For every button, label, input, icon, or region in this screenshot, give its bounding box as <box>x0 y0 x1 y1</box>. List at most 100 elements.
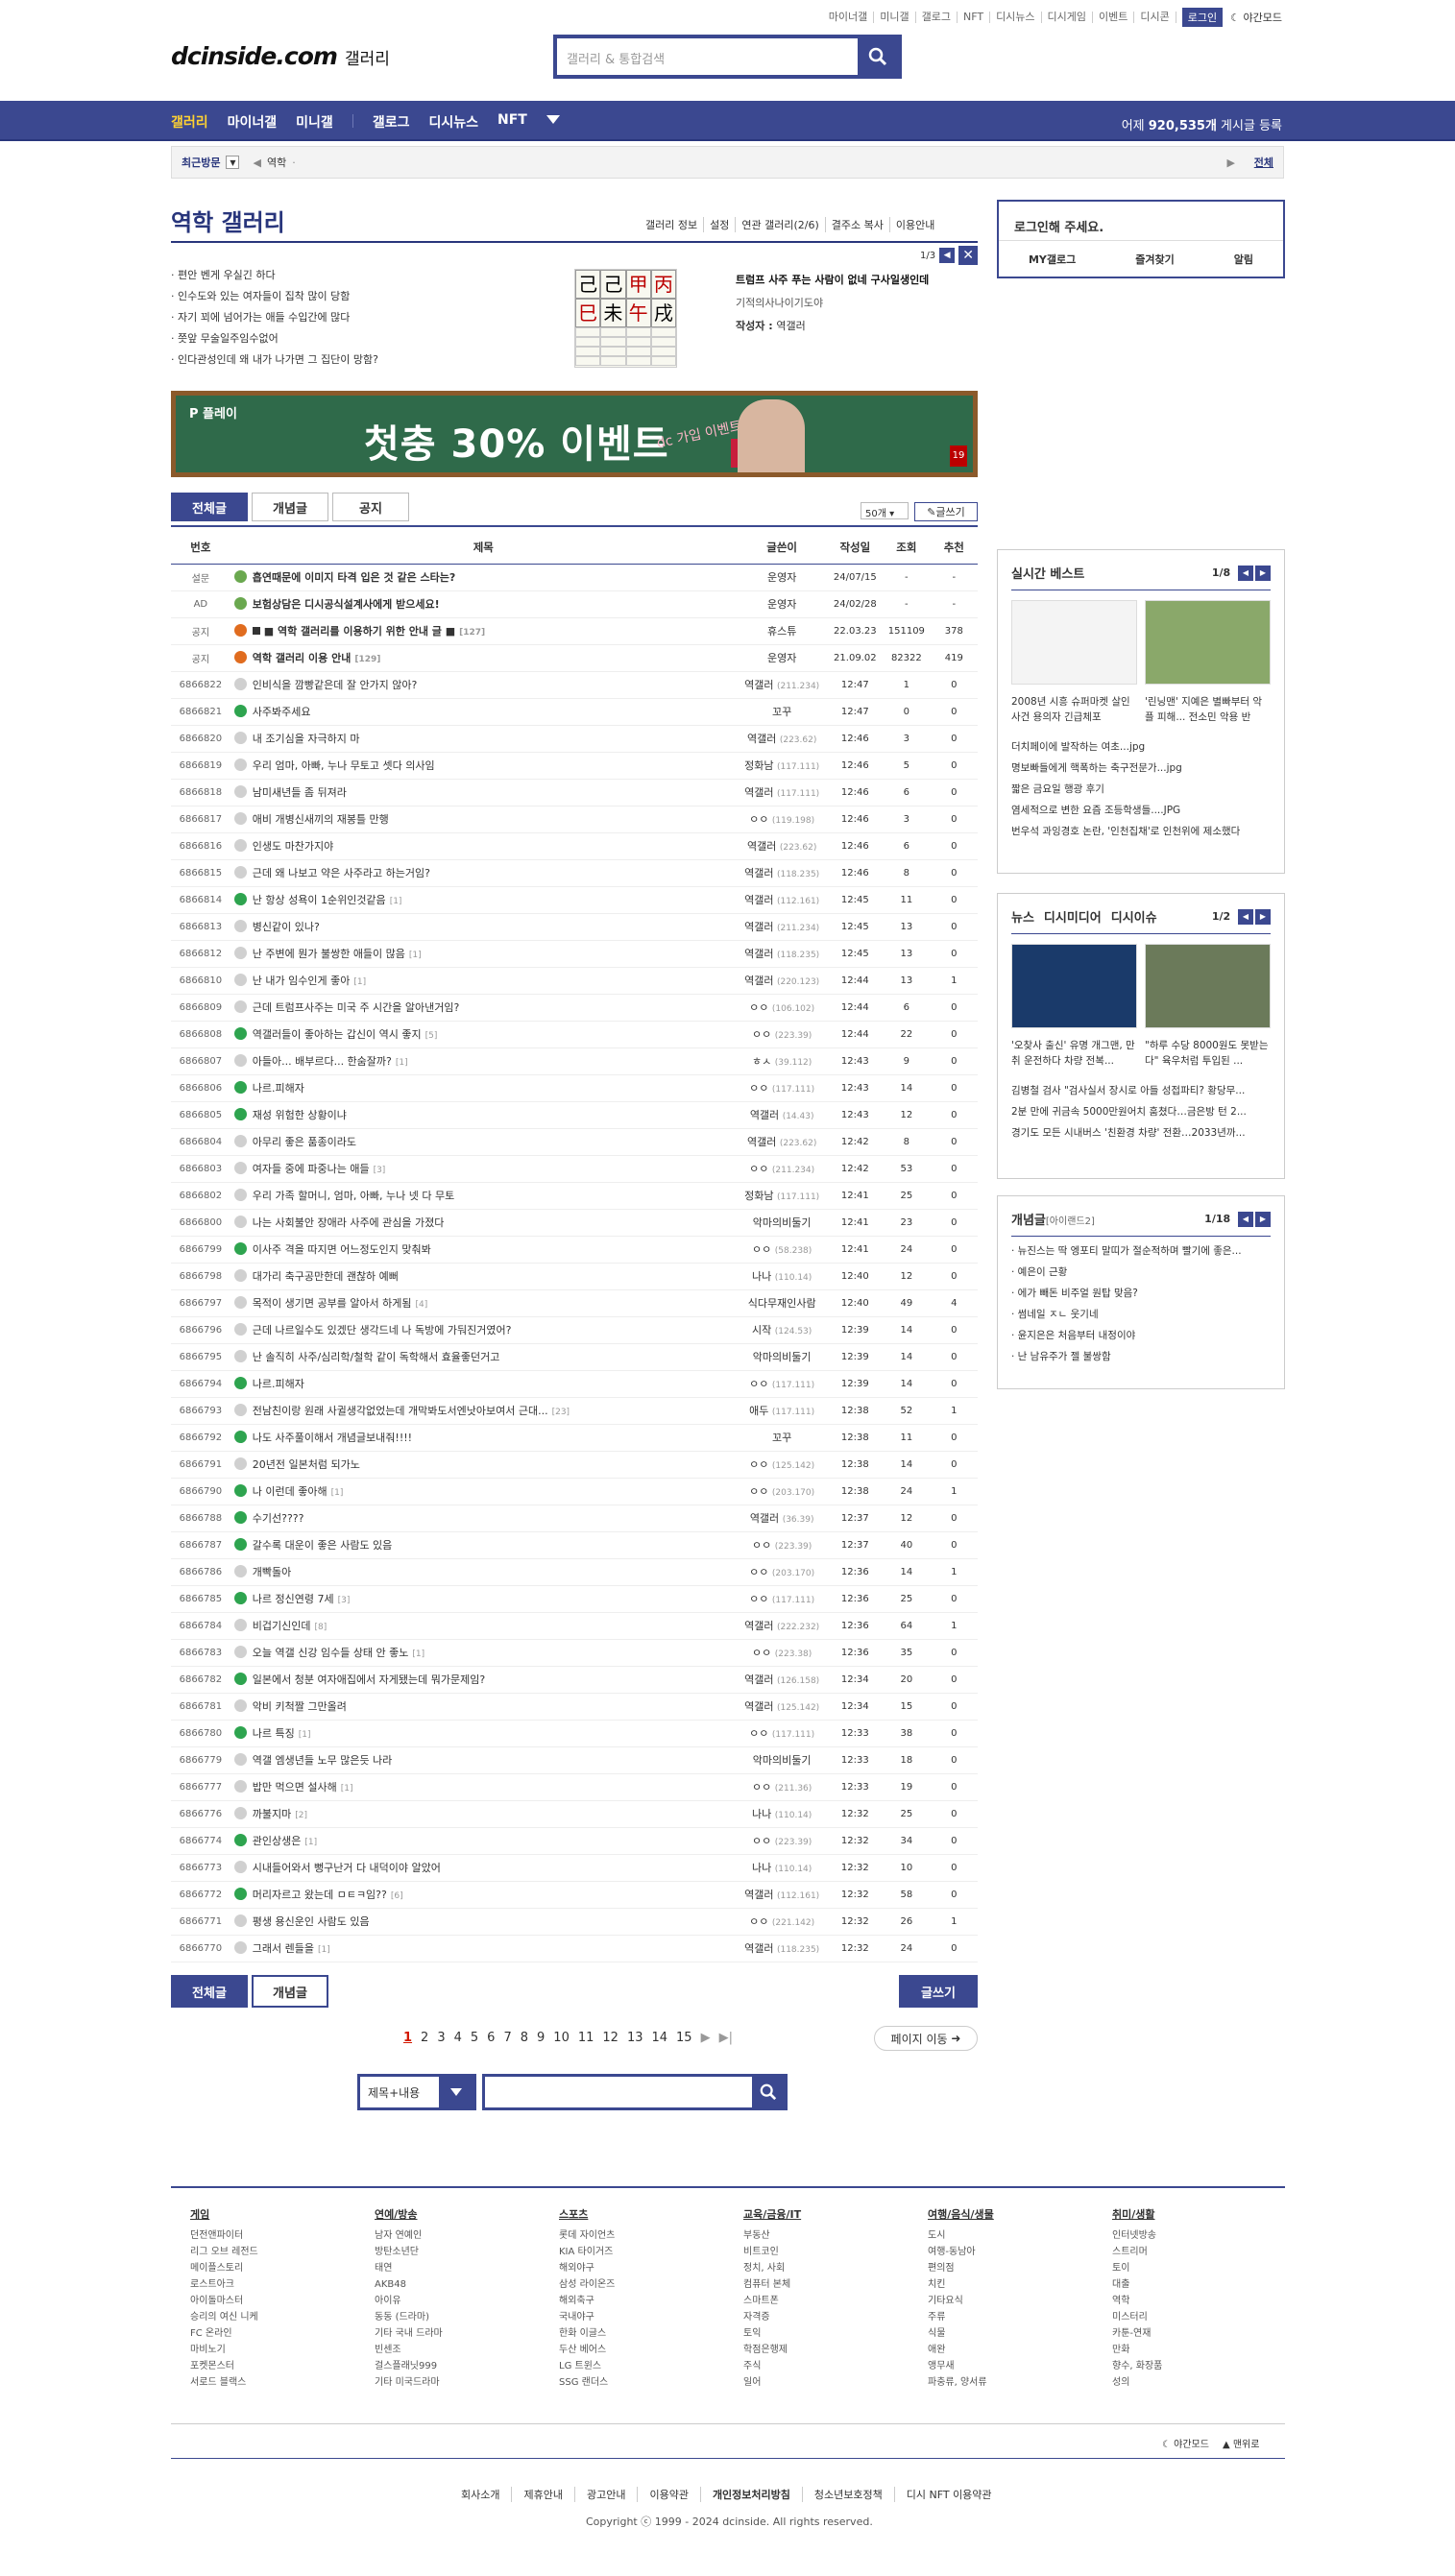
comment-count[interactable]: [1] <box>331 1488 344 1498</box>
chevron-down-icon[interactable]: ▼ <box>226 156 240 169</box>
post-subject[interactable]: 역학 갤러리 이용 안내 [129] <box>230 644 737 672</box>
post-title[interactable]: 비겁기신인데 <box>253 1620 311 1632</box>
table-row[interactable]: 6866788 수기선???? 역갤러 (36.39) 12:37 12 0 <box>171 1505 978 1532</box>
post-title[interactable]: 난 내가 임수인게 좋아 <box>253 975 351 987</box>
concept-title[interactable]: · 편안 벤게 우실긴 하다 <box>171 265 276 286</box>
post-writer[interactable]: 역갤러 (223.62) <box>736 725 828 753</box>
footer-category-link[interactable]: 토익 <box>743 2325 928 2342</box>
post-title[interactable]: 우리 엄마, 아빠, 누나 무토고 셋다 의사임 <box>253 759 435 772</box>
post-writer[interactable]: ㅇㅇ (117.111) <box>736 1720 828 1747</box>
table-row[interactable]: 6866782 일본에서 청분 여자애집에서 자게됐는데 뭐가문제임? 역갤러 (1… <box>171 1666 978 1694</box>
table-row[interactable]: 6866815 근데 왜 나보고 약은 사주라고 하는거임? 역갤러 (118.23… <box>171 859 978 887</box>
page-link[interactable]: 5 <box>471 2031 478 2045</box>
post-writer[interactable]: 역갤러 (220.123) <box>736 967 828 995</box>
list-count-select[interactable]: 50개 ▾ <box>861 502 909 519</box>
post-writer[interactable]: 운영자 <box>736 590 828 618</box>
footer-category-link[interactable]: 로스트아크 <box>190 2276 375 2293</box>
post-subject[interactable]: 여자들 중에 파중나는 애들 [3] <box>230 1155 737 1183</box>
post-writer[interactable]: ㅇㅇ (117.111) <box>736 1074 828 1102</box>
post-title[interactable]: 까불지마 <box>253 1808 291 1820</box>
concept-box-title[interactable]: 개념글[아이랜드2] <box>1011 1210 1095 1228</box>
post-subject[interactable]: 난 항상 성욕이 1순위인것같음 [1] <box>230 886 737 914</box>
best-item[interactable]: 염세적으로 변한 요즘 조등학생들....JPG <box>1011 800 1271 821</box>
footer-category-link[interactable]: 걸스플래닛999 <box>375 2358 559 2374</box>
table-row[interactable]: 6866780 나르 특징 [1] ㅇㅇ (117.111) 12:33 38 0 <box>171 1720 978 1747</box>
concept-item[interactable]: · 자기 꾀에 넘어가는 애들 수입간에 많다ㅇㅇ <box>171 307 605 328</box>
table-row[interactable]: 6866781 악비 키척짤 그만올려 역갤러 (125.142) 12:34 15 0 <box>171 1693 978 1721</box>
footer-category-link[interactable]: 아이돌마스터 <box>190 2293 375 2309</box>
chevron-left-icon[interactable]: ◀ <box>1238 565 1253 581</box>
footer-category-link[interactable]: 도시 <box>928 2227 1112 2244</box>
post-title[interactable]: 평생 용신운인 사람도 있음 <box>253 1915 370 1928</box>
footer-category-link[interactable]: 방탄소년단 <box>375 2244 559 2260</box>
post-writer[interactable]: ㅇㅇ (211.234) <box>736 1155 828 1183</box>
post-writer[interactable]: 식다무재인사람 <box>736 1289 828 1317</box>
table-row[interactable]: 6866805 재성 위험한 상황이냐 역갤러 (14.43) 12:43 12 0 <box>171 1101 978 1129</box>
post-title[interactable]: 시내들어와서 뻥구난거 다 내덕이야 알았어 <box>253 1862 441 1874</box>
post-writer[interactable]: ㅇㅇ (106.102) <box>736 994 828 1022</box>
post-subject[interactable]: 평생 용신운인 사람도 있음 <box>230 1908 737 1936</box>
post-title[interactable]: 근데 트럼프사주는 미국 주 시간을 알아낸거임? <box>253 1001 460 1014</box>
footer-category-title[interactable]: 교육/금융/IT <box>743 2208 928 2222</box>
news-thumb[interactable]: '오찾사 출신' 유명 개그맨, 만취 운전하다 차량 전복... <box>1011 944 1137 1069</box>
best-thumb[interactable]: '린닝맨' 지예은 별빠부터 악플 피해... 전소민 악용 반 <box>1145 600 1271 725</box>
table-row[interactable]: 6866793 전남친이랑 원래 사귈생각없었는데 개막봐도서엔낫아보여서 근대.… <box>171 1397 978 1425</box>
table-row[interactable]: 6866776 까불지마 [2] 나나 (110.14) 12:32 25 0 <box>171 1800 978 1828</box>
gnb-item[interactable]: 갤로그 <box>373 112 410 132</box>
writer-name[interactable]: 역갤러 <box>744 921 773 933</box>
footer-category-link[interactable]: 자격증 <box>743 2309 928 2325</box>
post-title[interactable]: 20년전 일본처럼 되가노 <box>253 1458 360 1471</box>
concept-box-item[interactable]: · 윤지은은 처음부터 내정이야 <box>1011 1325 1271 1346</box>
footer-category-link[interactable]: 국내야구 <box>559 2309 743 2325</box>
post-writer[interactable]: ㅇㅇ (221.142) <box>736 1908 828 1936</box>
table-row[interactable]: 6866787 갈수록 대운이 좋은 사람도 있음 ㅇㅇ (223.39) 12:37… <box>171 1531 978 1559</box>
post-writer[interactable]: 악마의비둘기 <box>736 1343 828 1371</box>
writer-name[interactable]: ㅇㅇ <box>749 1485 768 1498</box>
util-link[interactable]: 미니갤 <box>874 12 916 23</box>
table-row[interactable]: 6866804 아무리 좋은 품종이라도 역갤러 (223.62) 12:42 8 0 <box>171 1128 978 1156</box>
footer-link[interactable]: 회사소개 <box>449 2487 513 2502</box>
comment-count[interactable]: [5] <box>425 1031 438 1041</box>
site-logo[interactable]: dcinside.com 갤러리 <box>171 42 390 70</box>
post-writer[interactable]: 역갤러 (223.62) <box>736 1128 828 1156</box>
table-row[interactable]: 6866816 인생도 마찬가지야 역갤러 (223.62) 12:46 6 0 <box>171 832 978 860</box>
post-title[interactable]: 관인상생은 <box>253 1835 302 1847</box>
post-writer[interactable]: 운영자 <box>736 644 828 672</box>
next-page-icon[interactable]: ▶ <box>701 2031 711 2045</box>
chevron-left-icon[interactable]: ◀ <box>1238 1211 1253 1227</box>
chevron-down-icon[interactable] <box>439 2077 473 2107</box>
best-item[interactable]: 명보빠들에게 핵폭하는 축구전문가...jpg <box>1011 758 1271 779</box>
top-link[interactable]: ▲ 맨위로 <box>1223 2436 1259 2450</box>
post-subject[interactable]: 그래서 렌들을 [1] <box>230 1935 737 1962</box>
login-link[interactable]: 즐겨찾기 <box>1135 252 1174 267</box>
post-title[interactable]: 그래서 렌들을 <box>253 1942 314 1955</box>
featured-title[interactable]: 트럼프 사주 푸는 사람이 없네 구사일생인데 <box>736 269 929 292</box>
post-subject[interactable]: 난 주변에 뭔가 불쌍한 애들이 많음 [1] <box>230 940 737 968</box>
table-row[interactable]: 6866773 시내들어와서 뻥구난거 다 내덕이야 알았어 나나 (110.14)… <box>171 1854 978 1882</box>
realtime-best-title[interactable]: 실시간 베스트 <box>1011 564 1084 582</box>
concept-box-item[interactable]: · 예은이 근황 <box>1011 1262 1271 1283</box>
footer-category-link[interactable]: 대출 <box>1112 2276 1297 2293</box>
post-subject[interactable]: 까불지마 [2] <box>230 1800 737 1828</box>
post-title[interactable]: 역갤 엠생년들 노무 많은듯 나라 <box>253 1754 393 1767</box>
util-link[interactable]: 갤로그 <box>916 12 958 23</box>
table-row[interactable]: 6866772 머리자르고 왔는데 ㅁㅌㅋ임?? [6] 역갤러 (112.161) 1… <box>171 1881 978 1909</box>
post-subject[interactable]: 근데 나르일수도 있겠단 생각드네 나 독방에 가둬진거였어? <box>230 1316 737 1344</box>
writer-name[interactable]: 역갤러 <box>744 1942 773 1955</box>
post-title[interactable]: 갈수록 대운이 좋은 사람도 있음 <box>253 1539 393 1552</box>
footer-category-link[interactable]: 기타 미국드라마 <box>375 2374 559 2391</box>
table-row[interactable]: 6866792 나도 사주풀이해서 개념글보내줘!!!! 꼬꾸 12:38 11 0 <box>171 1424 978 1452</box>
comment-count[interactable]: [1] <box>390 897 402 906</box>
footer-category-link[interactable]: 앵무새 <box>928 2358 1112 2374</box>
post-title[interactable]: 악비 키척짤 그만올려 <box>253 1700 347 1713</box>
login-link[interactable]: MY갤로그 <box>1029 252 1076 267</box>
footer-link[interactable]: 개인정보처리방침 <box>701 2487 803 2502</box>
post-title[interactable]: 전남친이랑 원래 사귈생각없었는데 개막봐도서엔낫아보여서 근대... <box>253 1405 548 1417</box>
comment-count[interactable]: [8] <box>314 1623 327 1632</box>
post-title[interactable]: 애비 개병신새끼의 재봉틀 만행 <box>253 813 389 826</box>
post-title[interactable]: 밥만 먹으면 설사해 <box>253 1781 337 1794</box>
post-writer[interactable]: 악마의비둘기 <box>736 1746 828 1774</box>
writer-name[interactable]: ㅇㅇ <box>752 1028 771 1041</box>
post-writer[interactable]: 역갤러 (112.161) <box>736 1881 828 1909</box>
post-title[interactable]: 인비식을 깜빵같은데 잘 안가지 않아? <box>253 679 418 691</box>
